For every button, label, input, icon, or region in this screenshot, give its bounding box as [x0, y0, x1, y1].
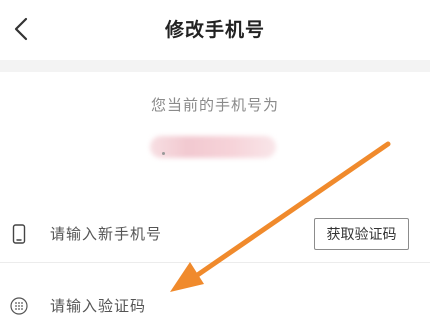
top-nav-bar: 修改手机号 [0, 0, 430, 60]
masked-phone-number [150, 136, 276, 158]
grid-icon [10, 294, 28, 318]
section-divider-band [0, 60, 430, 72]
new-phone-input[interactable] [50, 221, 290, 247]
divider [0, 262, 430, 263]
new-phone-row: 获取验证码 [0, 208, 430, 260]
current-phone-label: 您当前的手机号为 [150, 96, 279, 114]
masked-phone-dot [162, 152, 165, 155]
phone-icon [10, 222, 28, 246]
get-code-button[interactable]: 获取验证码 [314, 218, 409, 250]
verification-code-row [0, 280, 430, 332]
page-title: 修改手机号 [164, 19, 265, 41]
verification-code-input[interactable] [50, 293, 290, 319]
